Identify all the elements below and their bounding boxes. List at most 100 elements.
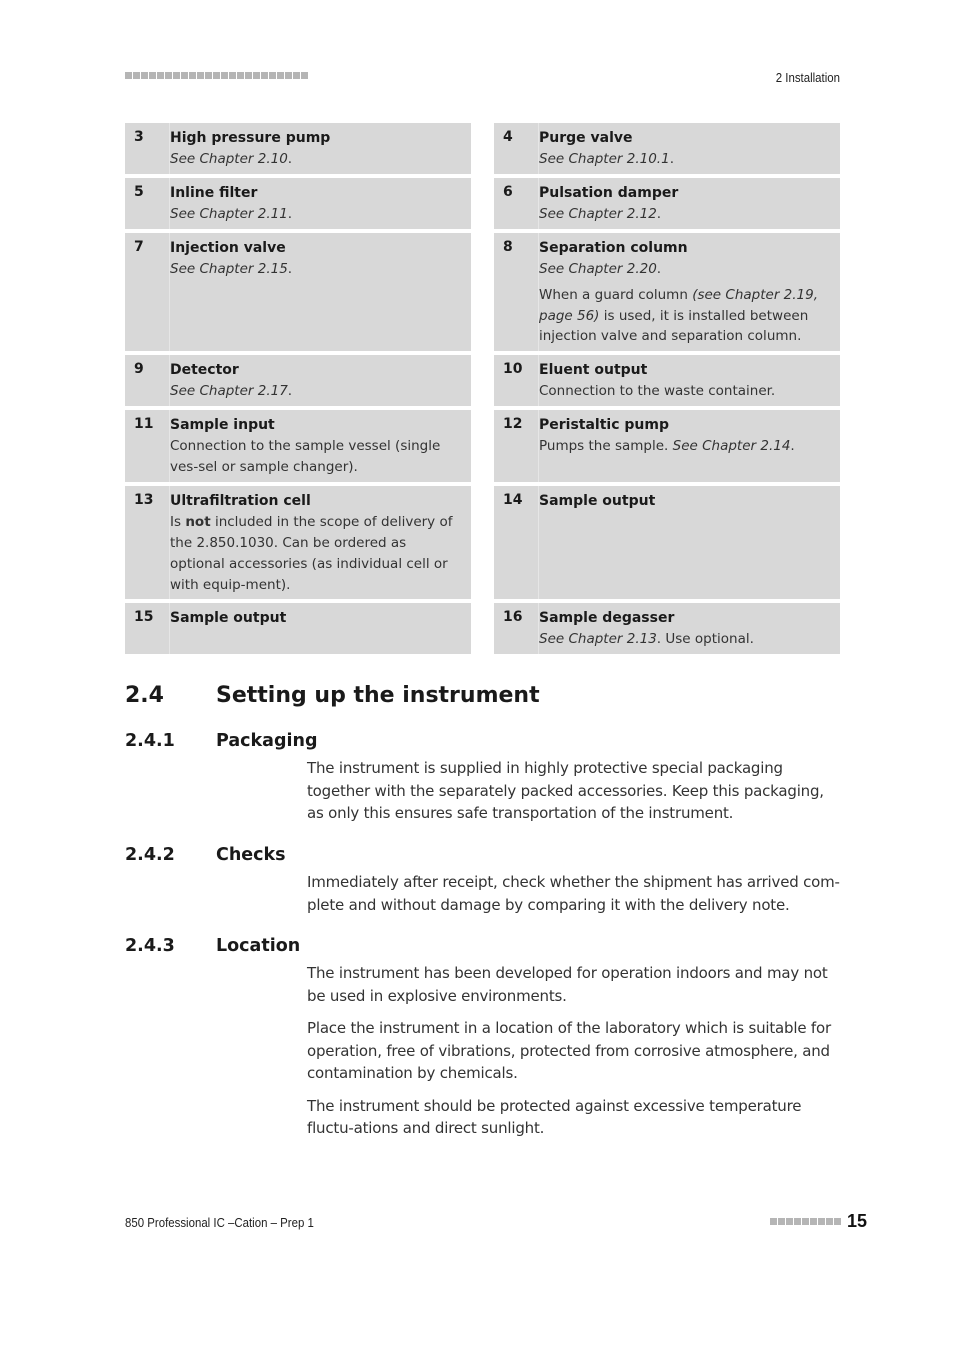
legend-item-body: Sample output <box>170 603 471 654</box>
decor-square <box>793 1218 801 1225</box>
legend-item-description: Connection to the sample vessel (single … <box>170 436 465 478</box>
description-fragment: Connection to the sample vessel (single … <box>170 438 441 475</box>
subsection-heading: 2.4.2 Checks <box>125 845 840 865</box>
subsection-heading: 2.4.1 Packaging <box>125 731 840 751</box>
paragraph: Immediately after receipt, check whether… <box>307 873 840 914</box>
description-fragment: . <box>287 383 293 399</box>
legend-item-number: 9 <box>125 355 170 406</box>
description-fragment: See Chapter 2.20 <box>539 261 657 277</box>
legend-item: 10 Eluent output Connection to the waste c… <box>494 355 840 406</box>
decor-square <box>261 72 268 79</box>
legend-item-number: 4 <box>494 123 539 174</box>
description-fragment: . <box>656 206 662 222</box>
description-fragment: See Chapter 2.11 <box>170 206 288 222</box>
legend-item-body: Detector See Chapter 2.17. <box>170 355 471 406</box>
subsection-location: 2.4.3 Location The instrument has been d… <box>125 936 840 1140</box>
description-fragment: . <box>656 261 662 277</box>
legend-item-title: Separation column <box>539 240 688 256</box>
legend-item-body: Peristaltic pump Pumps the sample. See Ch… <box>539 410 840 482</box>
description-fragment: . <box>790 438 795 454</box>
decor-square <box>213 72 220 79</box>
subsection-title: Location <box>216 936 301 956</box>
decor-square <box>285 72 292 79</box>
legend-item-description: Pumps the sample. See Chapter 2.14. <box>539 436 834 457</box>
legend-item-title: High pressure pump <box>170 130 331 146</box>
legend-table: 3 High pressure pump See Chapter 2.10. 4 Pur… <box>125 123 840 658</box>
paragraph: The instrument should be protected again… <box>307 1096 802 1138</box>
decor-square <box>833 1218 841 1225</box>
legend-item-description: See Chapter 2.20. <box>539 259 834 280</box>
description-fragment: Connection to the waste container. <box>539 383 776 399</box>
decor-square <box>277 72 284 79</box>
legend-item-body: Sample degasser See Chapter 2.13. Use opt… <box>539 603 840 654</box>
running-header-chapter: 2 Installation <box>775 70 840 85</box>
legend-item-description: See Chapter 2.15. <box>170 259 465 280</box>
description-fragment: . <box>287 206 293 222</box>
decor-square <box>777 1218 785 1225</box>
legend-item: 11 Sample input Connection to the sample v… <box>125 410 471 482</box>
legend-item-title: Sample input <box>170 417 275 433</box>
legend-item-number: 12 <box>494 410 539 482</box>
decor-square <box>825 1218 833 1225</box>
legend-item-body: Separation column See Chapter 2.20. When a… <box>539 233 840 351</box>
legend-item-number: 10 <box>494 355 539 406</box>
decor-square <box>133 72 140 79</box>
decor-square <box>801 1218 809 1225</box>
header-decoration <box>125 72 308 79</box>
page-number: 15 <box>846 1211 867 1231</box>
legend-item-title: Detector <box>170 362 239 378</box>
subsection-number: 2.4.2 <box>125 845 175 865</box>
legend-item: 15 Sample output <box>125 603 471 654</box>
subsection-title: Packaging <box>216 731 318 751</box>
legend-item-note: When a guard column (see Chapter 2.19, p… <box>539 285 834 347</box>
subsection-number: 2.4.1 <box>125 731 175 751</box>
decor-square <box>221 72 228 79</box>
legend-row: 13 Ultrafiltration cell Is not included in… <box>125 486 840 599</box>
legend-item: 3 High pressure pump See Chapter 2.10. <box>125 123 471 174</box>
decor-square <box>141 72 148 79</box>
description-fragment: . <box>287 261 293 277</box>
legend-item-body: Sample output <box>539 486 840 599</box>
legend-item: 6 Pulsation damper See Chapter 2.12. <box>494 178 840 229</box>
decor-square <box>125 72 132 79</box>
description-fragment: not <box>185 514 211 530</box>
decor-square <box>157 72 164 79</box>
legend-item-body: Eluent output Connection to the waste con… <box>539 355 840 406</box>
legend-item-number: 16 <box>494 603 539 654</box>
decor-square <box>293 72 300 79</box>
legend-item-body: Pulsation damper See Chapter 2.12. <box>539 178 840 229</box>
legend-item: 8 Separation column See Chapter 2.20. When … <box>494 233 840 351</box>
legend-row: 3 High pressure pump See Chapter 2.10. 4 Pur… <box>125 123 840 174</box>
legend-item-title: Sample output <box>170 610 287 626</box>
description-fragment: . <box>669 151 674 167</box>
decor-square <box>181 72 188 79</box>
legend-item-body: Injection valve See Chapter 2.15. <box>170 233 471 351</box>
description-fragment: See Chapter 2.15 <box>170 261 288 277</box>
legend-item: 4 Purge valve See Chapter 2.10.1. <box>494 123 840 174</box>
legend-item: 13 Ultrafiltration cell Is not included in… <box>125 486 471 599</box>
paragraph: The instrument has been developed for op… <box>307 964 828 1005</box>
legend-item-description: See Chapter 2.12. <box>539 204 834 225</box>
legend-item-description: Is not included in the scope of delivery… <box>170 512 465 596</box>
legend-item-description: Connection to the waste container. <box>539 381 834 402</box>
description-fragment: . Use optional. <box>656 631 754 647</box>
legend-item: 12 Peristaltic pump Pumps the sample. See … <box>494 410 840 482</box>
section-number: 2.4 <box>125 683 164 708</box>
note-fragment: When a guard column <box>539 287 693 303</box>
subsection-heading: 2.4.3 Location <box>125 936 840 956</box>
subsection-number: 2.4.3 <box>125 936 175 956</box>
section-heading: 2.4 Setting up the instrument <box>125 683 840 708</box>
decor-square <box>149 72 156 79</box>
legend-item-description: See Chapter 2.13. Use optional. <box>539 629 834 650</box>
legend-item-title: Injection valve <box>170 240 286 256</box>
decor-square <box>785 1218 793 1225</box>
legend-item-body: Purge valve See Chapter 2.10.1. <box>539 123 840 174</box>
legend-item-title: Sample output <box>539 493 656 509</box>
paragraph: The instrument is supplied in highly pro… <box>307 759 824 822</box>
legend-item-title: Ultrafiltration cell <box>170 493 311 509</box>
decor-square <box>229 72 236 79</box>
decor-square <box>189 72 196 79</box>
legend-row: 5 Inline filter See Chapter 2.11. 6 Pulsatio… <box>125 178 840 229</box>
legend-item-title: Pulsation damper <box>539 185 679 201</box>
decor-square <box>253 72 260 79</box>
